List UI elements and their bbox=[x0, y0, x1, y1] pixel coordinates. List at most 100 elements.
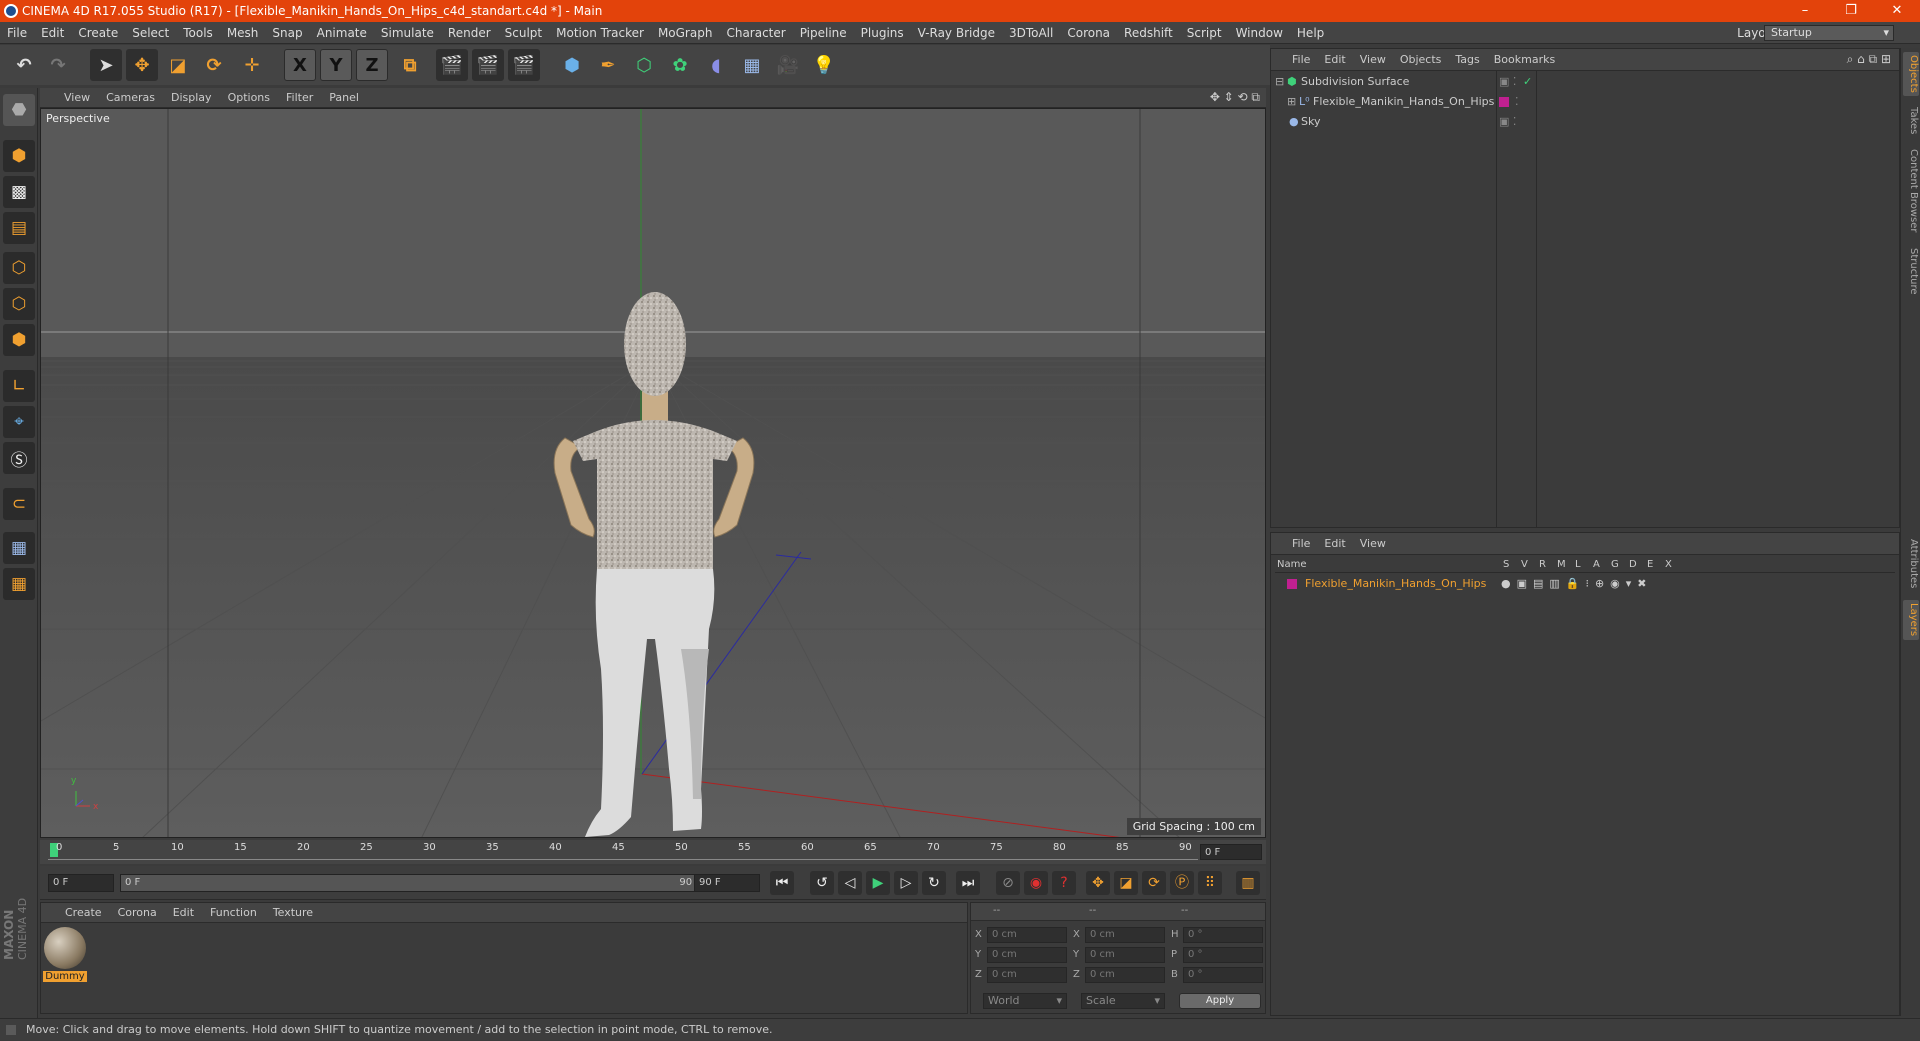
close-button[interactable]: ✕ bbox=[1874, 0, 1920, 22]
size-z-field[interactable]: 0 cm bbox=[1085, 967, 1165, 983]
edges-mode-button[interactable]: ⬡ bbox=[3, 288, 35, 320]
tab-attributes[interactable]: Attributes bbox=[1903, 534, 1919, 594]
perspective-viewport[interactable]: Perspective y x Grid Spacing : 100 cm bbox=[40, 108, 1266, 838]
viewport-menu-view[interactable]: View bbox=[56, 88, 98, 108]
record-keys-button[interactable]: ⊘ bbox=[996, 871, 1020, 895]
live-selection-button[interactable]: ➤ bbox=[90, 49, 122, 81]
objects-menu-bookmarks[interactable]: Bookmarks bbox=[1487, 49, 1562, 71]
size-y-field[interactable]: 0 cm bbox=[1085, 947, 1165, 963]
menu-mesh[interactable]: Mesh bbox=[220, 22, 266, 44]
rotation-h-field[interactable]: 0 ° bbox=[1183, 927, 1263, 943]
object-row-subdivision-surface[interactable]: ⊟ ⬢ Subdivision Surface ▣ ⁚ ✓ bbox=[1275, 73, 1895, 91]
tab-takes[interactable]: Takes bbox=[1903, 104, 1919, 138]
layer-color-swatch[interactable] bbox=[1499, 97, 1509, 107]
tab-content-browser[interactable]: Content Browser bbox=[1903, 146, 1919, 236]
undo-button[interactable]: ↶ bbox=[8, 49, 40, 81]
objects-menu-view[interactable]: View bbox=[1353, 49, 1393, 71]
menu-file[interactable]: File bbox=[0, 22, 34, 44]
position-z-field[interactable]: 0 cm bbox=[987, 967, 1067, 983]
visibility-dots-icon[interactable]: ▣ ⁚ bbox=[1499, 113, 1516, 131]
menu-script[interactable]: Script bbox=[1180, 22, 1229, 44]
objects-menu-tags[interactable]: Tags bbox=[1448, 49, 1486, 71]
coordinate-space-select[interactable]: World ▾ bbox=[983, 993, 1067, 1009]
menu-help[interactable]: Help bbox=[1290, 22, 1331, 44]
add-camera-button[interactable]: 🎥 bbox=[772, 49, 804, 81]
menu-window[interactable]: Window bbox=[1229, 22, 1290, 44]
layer-col-animation[interactable]: A bbox=[1593, 557, 1600, 573]
menu-render[interactable]: Render bbox=[441, 22, 498, 44]
layer-col-deformers[interactable]: D bbox=[1629, 557, 1637, 573]
layer-col-solo[interactable]: S bbox=[1503, 557, 1509, 573]
object-row-flexible-manikin[interactable]: ⊞ L⁰ Flexible_Manikin_Hands_On_Hips ⁚ bbox=[1275, 93, 1895, 111]
enabled-check-icon[interactable]: ✓ bbox=[1523, 73, 1532, 91]
polygons-mode-button[interactable]: ⬢ bbox=[3, 324, 35, 356]
points-mode-button[interactable]: ⬡ bbox=[3, 252, 35, 284]
workplane-lock-button[interactable]: ▦ bbox=[3, 532, 35, 564]
viewport-menu-display[interactable]: Display bbox=[163, 88, 220, 108]
workplane-mode-button[interactable]: ▤ bbox=[3, 212, 35, 244]
search-home-icons[interactable]: ⌕ ⌂ ⧉ ⊞ bbox=[1847, 52, 1891, 67]
object-row-sky[interactable]: ● Sky ▣ ⁚ bbox=[1275, 113, 1895, 131]
next-frame-button[interactable]: ▷ bbox=[894, 871, 918, 895]
z-axis-lock-button[interactable]: Z bbox=[356, 49, 388, 81]
menu-redshift[interactable]: Redshift bbox=[1117, 22, 1180, 44]
add-cube-button[interactable]: ⬢ bbox=[556, 49, 588, 81]
scale-tool-button[interactable]: ◪ bbox=[162, 49, 194, 81]
add-mograph-button[interactable]: ✿ bbox=[664, 49, 696, 81]
apply-button[interactable]: Apply bbox=[1179, 993, 1261, 1009]
add-generator-button[interactable]: ⬡ bbox=[628, 49, 660, 81]
menu-3dtoall[interactable]: 3DToAll bbox=[1002, 22, 1060, 44]
menu-sculpt[interactable]: Sculpt bbox=[498, 22, 549, 44]
recent-tool-button[interactable]: ✛ bbox=[236, 49, 268, 81]
snap-button[interactable]: ⊂ bbox=[3, 488, 35, 520]
tab-objects[interactable]: Objects bbox=[1903, 52, 1919, 96]
tab-layers[interactable]: Layers bbox=[1903, 600, 1919, 640]
material-menu-edit[interactable]: Edit bbox=[165, 903, 202, 923]
go-to-end-button[interactable]: ⏭ bbox=[956, 871, 980, 895]
coordinate-system-button[interactable]: ⧉ bbox=[394, 49, 426, 81]
next-keyframe-button[interactable]: ↻ bbox=[922, 871, 946, 895]
parameter-key-button[interactable]: Ⓟ bbox=[1170, 871, 1194, 895]
menu-create[interactable]: Create bbox=[71, 22, 125, 44]
menu-snap[interactable]: Snap bbox=[265, 22, 309, 44]
menu-select[interactable]: Select bbox=[125, 22, 176, 44]
menu-plugins[interactable]: Plugins bbox=[854, 22, 911, 44]
play-button[interactable]: ▶ bbox=[866, 871, 890, 895]
expand-icon[interactable]: ⊞ bbox=[1287, 93, 1296, 111]
tab-structure[interactable]: Structure bbox=[1903, 244, 1919, 298]
material-menu-function[interactable]: Function bbox=[202, 903, 265, 923]
render-settings-button[interactable]: 🎬 bbox=[508, 49, 540, 81]
texture-mode-button[interactable]: ▩ bbox=[3, 176, 35, 208]
layers-menu-file[interactable]: File bbox=[1285, 533, 1317, 555]
x-axis-lock-button[interactable]: X bbox=[284, 49, 316, 81]
redo-button[interactable]: ↷ bbox=[42, 49, 74, 81]
add-deformer-button[interactable]: ◖ bbox=[700, 49, 732, 81]
rotation-p-field[interactable]: 0 ° bbox=[1183, 947, 1263, 963]
objects-menu-objects[interactable]: Objects bbox=[1393, 49, 1449, 71]
viewport-menu-cameras[interactable]: Cameras bbox=[98, 88, 163, 108]
move-tool-button[interactable]: ✥ bbox=[126, 49, 158, 81]
objects-menu-file[interactable]: File bbox=[1285, 49, 1317, 71]
menu-pipeline[interactable]: Pipeline bbox=[793, 22, 854, 44]
objects-menu-edit[interactable]: Edit bbox=[1317, 49, 1352, 71]
go-to-start-button[interactable]: ⏮ bbox=[770, 871, 794, 895]
material-menu-texture[interactable]: Texture bbox=[265, 903, 321, 923]
planar-workplane-button[interactable]: ▦ bbox=[3, 568, 35, 600]
viewport-menu-panel[interactable]: Panel bbox=[321, 88, 367, 108]
previous-frame-button[interactable]: ◁ bbox=[838, 871, 862, 895]
layer-col-render[interactable]: R bbox=[1539, 557, 1546, 573]
end-frame-field[interactable]: 90 F bbox=[694, 874, 760, 892]
menu-mograph[interactable]: MoGraph bbox=[651, 22, 720, 44]
size-mode-select[interactable]: Scale ▾ bbox=[1081, 993, 1165, 1009]
frame-range-slider[interactable]: 0 F 90 F bbox=[120, 874, 720, 892]
make-editable-button[interactable]: ⬣ bbox=[3, 94, 35, 126]
solo-mode-button[interactable]: Ⓢ bbox=[3, 442, 35, 474]
render-picture-viewer-button[interactable]: 🎬 bbox=[472, 49, 504, 81]
scale-key-button[interactable]: ◪ bbox=[1114, 871, 1138, 895]
position-y-field[interactable]: 0 cm bbox=[987, 947, 1067, 963]
layer-toggle-icons[interactable]: ●▣▤▥🔒⁝⊕◉▾✖ bbox=[1501, 575, 1653, 593]
viewport-menu-filter[interactable]: Filter bbox=[278, 88, 321, 108]
render-view-button[interactable]: 🎬 bbox=[436, 49, 468, 81]
viewport-navigation-icons[interactable]: ✥ ⇕ ⟲ ⧉ bbox=[1210, 90, 1260, 105]
viewport-menu-options[interactable]: Options bbox=[220, 88, 278, 108]
